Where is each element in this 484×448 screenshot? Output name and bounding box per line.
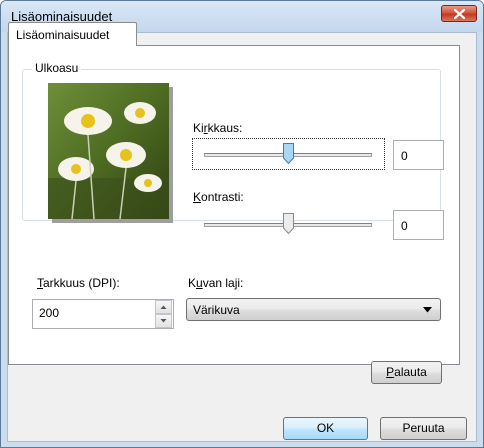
tab-label: Lisäominaisuudet — [16, 28, 110, 42]
resolution-input[interactable]: 200 — [32, 299, 174, 329]
picture-type-selected: Värikuva — [193, 303, 240, 317]
ok-button[interactable]: OK — [283, 417, 368, 440]
brightness-label: Kirkkaus: — [193, 121, 243, 135]
brightness-value[interactable]: 0 — [393, 140, 444, 170]
preview-image — [48, 83, 169, 219]
cancel-button[interactable]: Peruuta — [380, 417, 467, 440]
close-button[interactable] — [441, 5, 477, 22]
slider-thumb-icon — [283, 213, 294, 235]
picture-type-select[interactable]: Värikuva — [186, 298, 441, 321]
spin-up-icon — [160, 305, 167, 309]
tab-advanced[interactable]: Lisäominaisuudet — [8, 22, 137, 46]
reset-button[interactable]: Palauta — [371, 361, 442, 384]
close-icon — [454, 9, 465, 19]
contrast-label: Kontrasti: — [193, 190, 244, 204]
resolution-label: Tarkkuus (DPI): — [37, 276, 120, 290]
spin-down-icon — [160, 319, 167, 323]
appearance-group-label: Ulkoasu — [32, 61, 82, 75]
brightness-slider[interactable] — [283, 143, 294, 165]
contrast-slider[interactable] — [283, 213, 294, 235]
spin-up-button[interactable] — [155, 300, 172, 314]
spin-down-button[interactable] — [155, 314, 172, 328]
resolution-spinner[interactable] — [155, 300, 172, 329]
chevron-down-icon — [423, 307, 432, 313]
contrast-value[interactable]: 0 — [393, 210, 444, 240]
slider-thumb-icon — [283, 143, 294, 165]
picture-type-label: Kuvan laji: — [188, 276, 244, 290]
